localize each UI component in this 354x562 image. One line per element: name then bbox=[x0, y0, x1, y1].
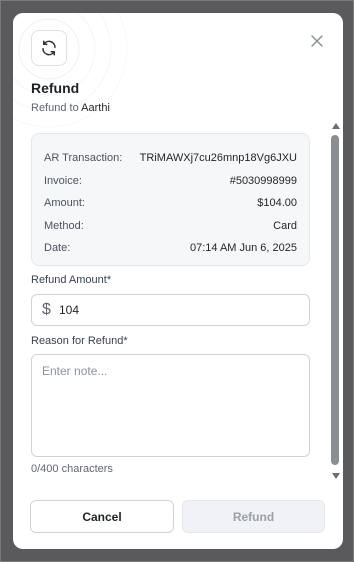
detail-value: TRiMAWXj7cu26mnp18Vg6JXU bbox=[139, 152, 297, 165]
refresh-icon bbox=[42, 40, 56, 56]
customer-name: Aarthi bbox=[81, 102, 110, 114]
refund-amount-field[interactable]: $ bbox=[31, 294, 310, 326]
detail-label: Amount: bbox=[44, 197, 85, 210]
cancel-button[interactable]: Cancel bbox=[30, 500, 174, 533]
detail-value: Card bbox=[273, 219, 297, 232]
detail-label: Invoice: bbox=[44, 174, 82, 187]
modal-subtitle: Refund to Aarthi bbox=[31, 102, 110, 114]
detail-row-invoice: Invoice: #5030998999 bbox=[44, 170, 297, 193]
reason-label: Reason for Refund* bbox=[31, 335, 128, 347]
backdrop: Refund Refund to Aarthi AR Transaction: … bbox=[0, 0, 354, 562]
detail-value: #5030998999 bbox=[229, 174, 297, 187]
subtitle-prefix: Refund to bbox=[31, 102, 82, 114]
character-count: 0/400 characters bbox=[31, 463, 113, 475]
detail-label: Date: bbox=[44, 242, 71, 255]
close-icon bbox=[311, 35, 323, 47]
scroll-up-arrow[interactable] bbox=[332, 123, 340, 129]
detail-value: 07:14 AM Jun 6, 2025 bbox=[189, 242, 297, 255]
refund-amount-label: Refund Amount* bbox=[31, 274, 112, 286]
detail-label: AR Transaction: bbox=[44, 152, 123, 165]
scrollbar[interactable] bbox=[330, 119, 342, 483]
refresh-icon-container bbox=[31, 30, 67, 66]
modal-title: Refund bbox=[31, 80, 80, 96]
refund-button[interactable]: Refund bbox=[182, 500, 325, 533]
detail-row-method: Method: Card bbox=[44, 215, 297, 238]
detail-row-amount: Amount: $104.00 bbox=[44, 192, 297, 215]
detail-label: Method: bbox=[44, 219, 84, 232]
detail-row-date: Date: 07:14 AM Jun 6, 2025 bbox=[44, 237, 297, 260]
detail-value: $104.00 bbox=[257, 197, 297, 210]
close-button[interactable] bbox=[307, 31, 327, 51]
reason-textarea[interactable] bbox=[31, 354, 310, 457]
currency-symbol: $ bbox=[42, 301, 51, 318]
scroll-down-arrow[interactable] bbox=[332, 473, 340, 479]
detail-row-transaction: AR Transaction: TRiMAWXj7cu26mnp18Vg6JXU bbox=[44, 147, 297, 170]
refund-modal: Refund Refund to Aarthi AR Transaction: … bbox=[13, 13, 343, 549]
refund-amount-input[interactable] bbox=[59, 303, 289, 317]
transaction-details-card: AR Transaction: TRiMAWXj7cu26mnp18Vg6JXU… bbox=[31, 133, 310, 266]
scroll-thumb[interactable] bbox=[331, 135, 339, 465]
